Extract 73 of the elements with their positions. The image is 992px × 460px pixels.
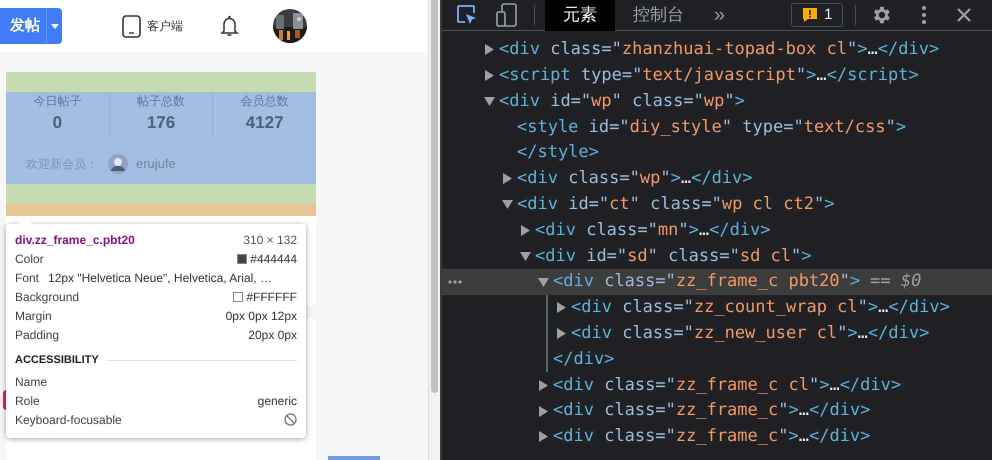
property-label: Background [15,288,80,306]
section-heading: ACCESSIBILITY [15,352,99,368]
html-code-line[interactable]: <div id="sd" class="sd cl"> [535,244,812,270]
stat-label: 今日帖子 [33,93,82,109]
html-code-line[interactable]: <div class="zz_frame_c pbt20"> [553,269,860,295]
issues-button[interactable]: 1 [791,3,844,27]
collapsed-triangle-icon[interactable] [484,44,495,56]
stat-value: 0 [52,112,62,134]
html-code-line[interactable]: <style id="diy_style" type="text/css"> [517,114,906,140]
property-label: Keyboard-focusable [15,412,122,428]
devtools-tab[interactable]: 控制台 [615,0,702,30]
html-code-line[interactable]: <div class="zz_count_wrap cl">…</div> [571,295,950,321]
property-label: Padding [15,326,60,344]
stat-label: 帖子总数 [137,93,185,109]
html-code-line[interactable]: <div class="mn">…</div> [535,218,771,244]
bell-icon[interactable] [220,15,239,37]
html-code-line[interactable]: </style> [517,140,599,166]
property-value: 0px 0px 12px [226,308,297,324]
collapsed-triangle-icon[interactable] [502,173,513,184]
property-label: Name [15,374,48,390]
collapsed-triangle-icon[interactable] [556,302,567,314]
issue-icon [802,7,818,23]
html-code-line[interactable]: <div id="wp" class="wp"> [499,88,745,114]
property-value: #FFFFFF [246,288,297,306]
collapsed-triangle-icon[interactable] [556,328,567,340]
not-allowed-icon [284,413,297,426]
phone-icon [122,14,141,38]
expanded-triangle-icon[interactable] [520,250,531,262]
more-dots-icon[interactable] [448,280,462,284]
collapsed-triangle-icon[interactable] [538,431,549,442]
expanded-triangle-icon[interactable] [538,276,549,288]
html-code-line[interactable]: <script type="text/javascript">…</script> [499,62,919,88]
collapsed-triangle-icon[interactable] [520,224,531,236]
post-menu-button[interactable] [46,8,62,44]
element-selector: div.zz_frame_c.pbt20 [15,232,135,248]
html-code-line[interactable]: <div class="wp">…</div> [517,166,753,192]
html-code-line[interactable]: </div> [553,346,614,372]
property-label: Font [15,270,40,286]
selected-marker: == $0 [870,270,922,294]
property-label: Margin [15,308,52,324]
stat-value: 4127 [246,112,284,134]
property-label: Color [15,250,44,268]
property-label: Role [15,392,40,410]
property-value: 20px 0px [248,326,297,344]
avatar-icon [108,154,128,174]
property-value: #444444 [250,250,297,268]
post-button[interactable]: 发帖 [0,8,46,44]
caret-icon [50,24,58,28]
collapsed-triangle-icon[interactable] [538,380,549,391]
inspect-icon[interactable] [456,4,478,26]
collapsed-triangle-icon[interactable] [484,70,495,82]
property-value: 12px "Helvetica Neue", Helvetica, Arial, … [48,270,272,286]
stat-label: 会员总数 [240,93,289,109]
collapsed-triangle-icon[interactable] [538,406,549,417]
expanded-triangle-icon[interactable] [484,96,495,107]
property-value: generic [258,392,297,410]
html-code-line[interactable]: <div class="zz_frame_c">…</div> [553,424,870,450]
tag-marker [3,390,6,410]
device-icon[interactable] [496,3,518,27]
more-tabs-button[interactable]: » [714,0,726,30]
html-code-line[interactable]: <div class="zz_frame_c cl">…</div> [553,372,902,398]
devtools-tab[interactable]: 元素 [545,0,615,30]
more-options-icon[interactable] [921,4,928,26]
client-link[interactable]: 客户端 [122,14,183,38]
close-icon[interactable] [956,7,972,23]
html-code-line[interactable]: <div class="zhanzhuai-topad-box cl">…</div> [499,37,940,63]
content-block [328,456,380,460]
element-size: 310 × 132 [243,232,297,248]
html-code-line[interactable]: <div id="ct" class="wp cl ct2"> [517,192,834,218]
html-code-line[interactable]: <div class="zz_new_user cl">…</div> [571,320,930,346]
html-code-line[interactable]: <div class="zz_frame_c">…</div> [553,398,870,424]
stat-value: 176 [146,112,176,134]
expanded-triangle-icon[interactable] [502,199,513,210]
